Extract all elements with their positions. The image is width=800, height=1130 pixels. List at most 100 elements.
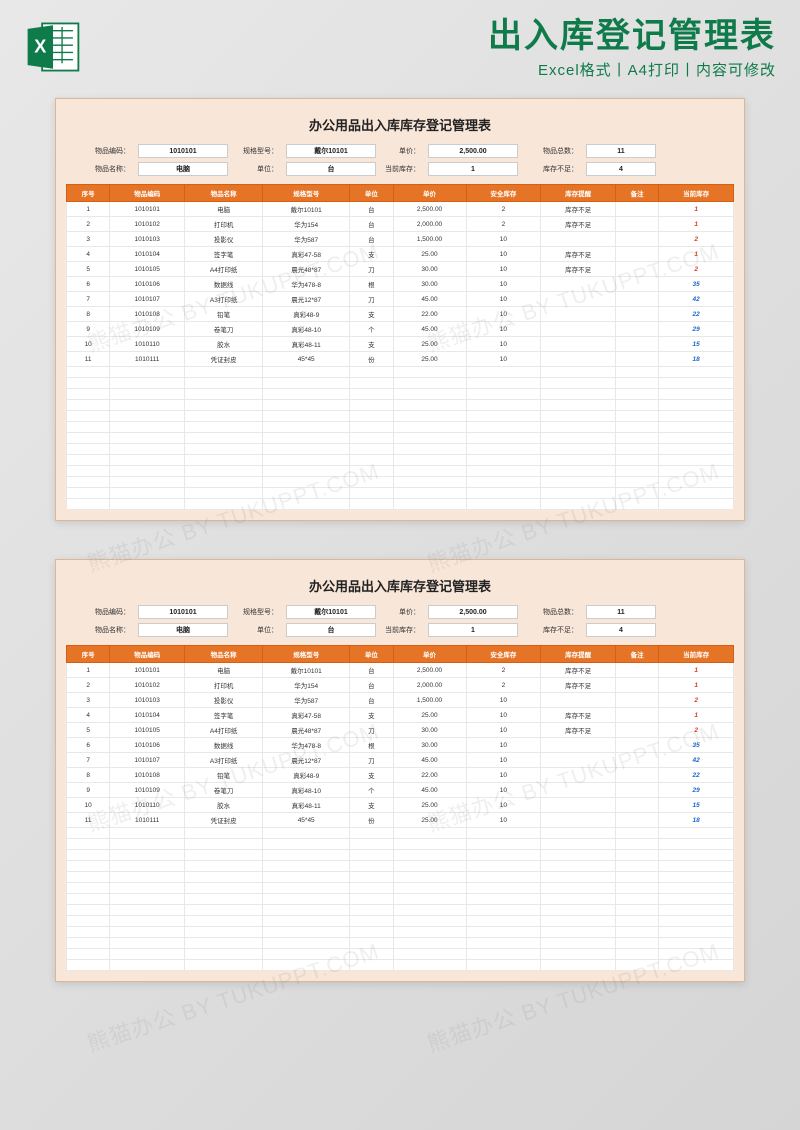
label-curstock: 当前库存： xyxy=(382,164,422,174)
table-row-empty xyxy=(67,872,734,883)
table-row-empty xyxy=(67,378,734,389)
table-row-empty xyxy=(67,949,734,960)
column-header: 安全库存 xyxy=(466,646,541,663)
doc-title: 办公用品出入库库存登记管理表 xyxy=(66,109,734,144)
table-row-empty xyxy=(67,938,734,949)
table-row: 111010111凭证封皮45*45 份25.0010 18 xyxy=(67,352,734,367)
page-header: X 出入库登记管理表 Excel格式丨A4打印丨内容可修改 xyxy=(0,0,800,90)
table-row-empty xyxy=(67,488,734,499)
page-subtitle: Excel格式丨A4打印丨内容可修改 xyxy=(94,59,776,80)
value-unit: 台 xyxy=(286,623,376,637)
table-row-empty xyxy=(67,389,734,400)
label-lowstock: 库存不足： xyxy=(524,625,580,635)
column-header: 单价 xyxy=(393,646,466,663)
table-row-empty xyxy=(67,927,734,938)
info-grid: 物品编码： 1010101 规格型号： 戴尔10101 单价： 2,500.00… xyxy=(66,144,734,184)
table-row-empty xyxy=(67,444,734,455)
svg-text:X: X xyxy=(34,36,46,56)
value-total: 11 xyxy=(586,605,656,619)
label-code: 物品编码： xyxy=(74,607,132,617)
page-title: 出入库登记管理表 xyxy=(94,18,776,55)
inventory-table: 序号物品编码物品名称规格型号单位单价安全库存库存提醒备注当前库存 1101010… xyxy=(66,184,734,510)
table-row-empty xyxy=(67,894,734,905)
table-row-empty xyxy=(67,455,734,466)
label-name: 物品名称： xyxy=(74,164,132,174)
value-curstock: 1 xyxy=(428,623,518,637)
document-preview-1: 办公用品出入库库存登记管理表 物品编码： 1010101 规格型号： 戴尔101… xyxy=(55,98,745,521)
column-header: 序号 xyxy=(67,185,110,202)
value-spec: 戴尔10101 xyxy=(286,144,376,158)
table-row: 81010108铅笔真彩48-9 支22.0010 22 xyxy=(67,768,734,783)
table-row-empty xyxy=(67,367,734,378)
label-spec: 规格型号： xyxy=(234,146,280,156)
table-row: 71010107A3打印纸晨光12*87 刀45.0010 42 xyxy=(67,753,734,768)
doc-title: 办公用品出入库库存登记管理表 xyxy=(66,570,734,605)
column-header: 当前库存 xyxy=(659,185,734,202)
column-header: 物品编码 xyxy=(110,185,185,202)
column-header: 单位 xyxy=(350,185,393,202)
table-row: 21010102打印机华为154 台2,000.002库存不足 1 xyxy=(67,217,734,232)
column-header: 单位 xyxy=(350,646,393,663)
table-row: 31010103投影仪华为587 台1,500.0010 2 xyxy=(67,693,734,708)
info-grid: 物品编码： 1010101 规格型号： 戴尔10101 单价： 2,500.00… xyxy=(66,605,734,645)
table-row: 51010105A4打印纸晨光48*87 刀30.0010库存不足 2 xyxy=(67,262,734,277)
label-code: 物品编码： xyxy=(74,146,132,156)
table-row: 91010109卷笔刀真彩48-10 个45.0010 29 xyxy=(67,322,734,337)
value-code: 1010101 xyxy=(138,144,228,158)
table-row: 101010110胶水真彩48-11 支25.0010 15 xyxy=(67,798,734,813)
document-preview-2: 办公用品出入库库存登记管理表 物品编码： 1010101 规格型号： 戴尔101… xyxy=(55,559,745,982)
column-header: 规格型号 xyxy=(263,646,350,663)
column-header: 物品编码 xyxy=(110,646,185,663)
table-row-empty xyxy=(67,466,734,477)
table-row: 51010105A4打印纸晨光48*87 刀30.0010库存不足 2 xyxy=(67,723,734,738)
label-name: 物品名称： xyxy=(74,625,132,635)
table-row: 81010108铅笔真彩48-9 支22.0010 22 xyxy=(67,307,734,322)
table-row-empty xyxy=(67,916,734,927)
table-row-empty xyxy=(67,828,734,839)
column-header: 序号 xyxy=(67,646,110,663)
table-row-empty xyxy=(67,433,734,444)
table-row: 91010109卷笔刀真彩48-10 个45.0010 29 xyxy=(67,783,734,798)
table-row-empty xyxy=(67,411,734,422)
column-header: 规格型号 xyxy=(263,185,350,202)
table-row: 41010104签字笔真彩47-58 支25.0010库存不足 1 xyxy=(67,708,734,723)
column-header: 物品名称 xyxy=(185,646,263,663)
column-header: 当前库存 xyxy=(659,646,734,663)
column-header: 安全库存 xyxy=(466,185,541,202)
value-name: 电脑 xyxy=(138,162,228,176)
table-row-empty xyxy=(67,477,734,488)
value-spec: 戴尔10101 xyxy=(286,605,376,619)
value-curstock: 1 xyxy=(428,162,518,176)
table-row-empty xyxy=(67,960,734,971)
value-lowstock: 4 xyxy=(586,623,656,637)
column-header: 备注 xyxy=(615,646,658,663)
excel-icon: X xyxy=(24,18,82,76)
table-row: 41010104签字笔真彩47-58 支25.0010库存不足 1 xyxy=(67,247,734,262)
table-row-empty xyxy=(67,499,734,510)
label-price: 单价： xyxy=(382,146,422,156)
label-price: 单价： xyxy=(382,607,422,617)
table-row-empty xyxy=(67,905,734,916)
label-curstock: 当前库存： xyxy=(382,625,422,635)
value-price: 2,500.00 xyxy=(428,605,518,619)
column-header: 库存提醒 xyxy=(541,646,616,663)
value-code: 1010101 xyxy=(138,605,228,619)
table-row: 61010106数据线华为478-8 根30.0010 35 xyxy=(67,738,734,753)
label-total: 物品总数： xyxy=(524,146,580,156)
value-name: 电脑 xyxy=(138,623,228,637)
label-unit: 单位： xyxy=(234,625,280,635)
inventory-table: 序号物品编码物品名称规格型号单位单价安全库存库存提醒备注当前库存 1101010… xyxy=(66,645,734,971)
table-row: 111010111凭证封皮45*45 份25.0010 18 xyxy=(67,813,734,828)
value-unit: 台 xyxy=(286,162,376,176)
table-row: 11010101电脑戴尔10101 台2,500.002库存不足 1 xyxy=(67,202,734,217)
label-total: 物品总数： xyxy=(524,607,580,617)
table-row-empty xyxy=(67,400,734,411)
column-header: 单价 xyxy=(393,185,466,202)
value-lowstock: 4 xyxy=(586,162,656,176)
column-header: 库存提醒 xyxy=(541,185,616,202)
value-total: 11 xyxy=(586,144,656,158)
table-row-empty xyxy=(67,861,734,872)
table-row-empty xyxy=(67,839,734,850)
column-header: 物品名称 xyxy=(185,185,263,202)
table-row: 21010102打印机华为154 台2,000.002库存不足 1 xyxy=(67,678,734,693)
